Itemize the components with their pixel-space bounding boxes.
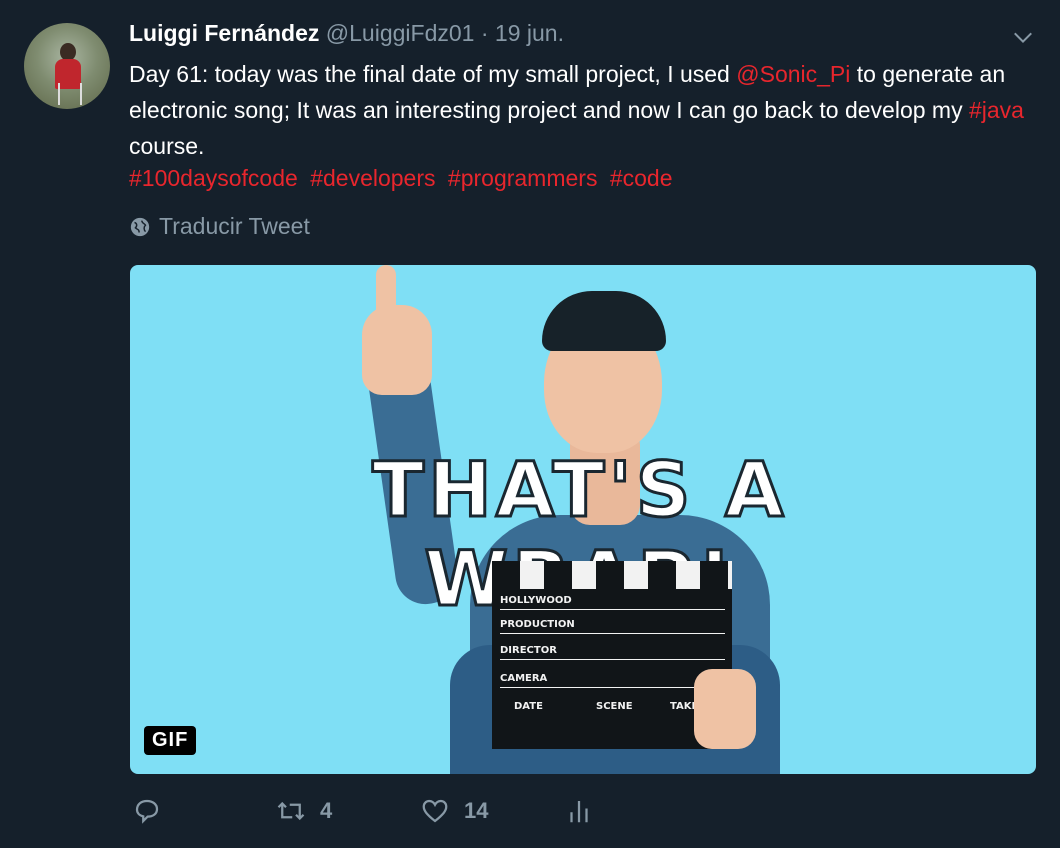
retweet-icon [277,801,305,821]
heart-icon [422,799,448,823]
tweet-text: Day 61: today was the final date of my s… [129,56,1029,164]
clapper-label: SCENE [596,701,633,712]
chevron-down-icon[interactable] [1012,26,1034,48]
author-name[interactable]: Luiggi Fernández [129,20,319,46]
media-fist [694,669,756,749]
like-button[interactable]: 14 [420,796,488,826]
retweet-button[interactable]: 4 [276,796,332,826]
reply-icon [135,799,159,824]
tweet-header: Luiggi Fernández @LuiggiFdz01 · 19 jun. [129,20,564,47]
like-count: 14 [464,798,489,823]
globe-icon [130,217,150,236]
media-hand [362,305,432,395]
hashtag-java-link[interactable]: #java [969,97,1024,123]
hashtag-link[interactable]: #code [610,165,673,191]
hashtag-link[interactable]: #developers [310,165,435,191]
tweet: Luiggi Fernández @LuiggiFdz01 · 19 jun. … [0,0,1060,848]
tweet-actions: 4 14 [0,796,1060,836]
hashtag-link[interactable]: #100daysofcode [129,165,298,191]
translate-tweet-link[interactable]: Traducir Tweet [129,213,310,240]
translate-label: Traducir Tweet [159,213,310,239]
hashtag-link[interactable]: #programmers [448,165,598,191]
clapper-stripes [492,561,732,589]
avatar[interactable] [24,23,110,109]
reply-button[interactable] [132,796,176,826]
retweet-count: 4 [320,798,333,823]
clapper-line [500,609,725,610]
clapper-line [500,633,725,634]
tweet-date[interactable]: 19 jun. [495,20,564,46]
clapper-label: CAMERA [500,673,548,684]
clapper-label: PRODUCTION [500,619,575,630]
analytics-button[interactable] [564,796,594,826]
header-separator: · [480,20,489,46]
hashtag-list: #100daysofcode #developers #programmers … [129,160,679,196]
clapper-label: DIRECTOR [500,645,557,656]
clapper-line [500,687,725,688]
mention-link[interactable]: @Sonic_Pi [736,61,850,87]
analytics-icon [570,801,588,823]
tweet-text-part3: course. [129,133,205,159]
media-finger [376,265,396,325]
tweet-text-part1: Day 61: today was the final date of my s… [129,61,737,87]
clapper-label: HOLLYWOOD [500,595,572,606]
gif-media[interactable]: THAT'S A WRAP! HOLLYWOOD PRODUCTION DIRE… [130,265,1036,774]
clapper-label: DATE [514,701,543,712]
media-cap [542,291,666,351]
gif-badge: GIF [144,726,197,755]
avatar-tripod [58,83,82,105]
clapper-line [500,659,725,660]
author-handle[interactable]: @LuiggiFdz01 [326,20,475,46]
